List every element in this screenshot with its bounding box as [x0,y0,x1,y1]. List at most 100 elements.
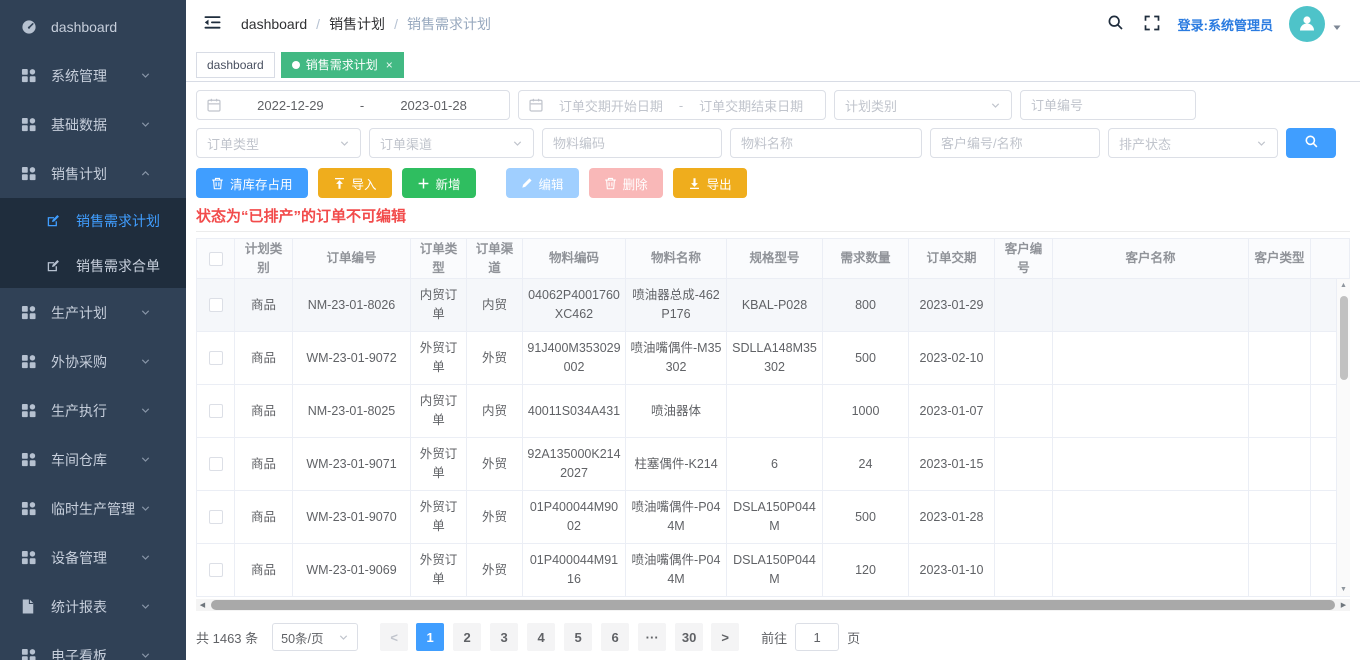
row-checkbox[interactable] [209,510,223,524]
avatar[interactable] [1289,6,1325,42]
grid-icon [21,452,39,467]
button-label: 编辑 [539,174,564,193]
row-checkbox[interactable] [209,563,223,577]
plus-icon [417,177,430,190]
breadcrumb-item[interactable]: dashboard [241,16,307,32]
chevron-down-icon [140,356,158,367]
table-cell: 2023-01-29 [909,279,995,332]
edit-button[interactable]: 编辑 [506,168,579,198]
table-cell: NM-23-01-8026 [293,279,411,332]
table-cell: 喷油器总成-462P176 [626,279,727,332]
filter-material-code-input[interactable] [542,128,722,158]
sidebar-item-temporary-production[interactable]: 临时生产管理 [0,484,186,533]
orders-table: 计划类别订单编号订单类型订单渠道物料编码物料名称规格型号需求数量订单交期客户编号… [196,238,1350,597]
table-cell: 外贸订单 [411,438,467,491]
filter-order-channel-select[interactable]: 订单渠道 [369,128,534,158]
page-button-···[interactable]: ··· [638,623,666,651]
table-cell [995,491,1053,544]
app-root: dashboard系统管理基础数据销售计划销售需求计划销售需求合单生产计划外协采… [0,0,1360,660]
vertical-scrollbar[interactable]: ▲ ▼ [1336,279,1350,596]
sidebar-item-label: 设备管理 [51,548,140,568]
sidebar-item-outsourcing-purchase[interactable]: 外协采购 [0,337,186,386]
dashboard-icon [21,19,39,35]
filter-order-type-select[interactable]: 订单类型 [196,128,361,158]
sidebar-item-label: 基础数据 [51,115,140,135]
filter-schedule-status-select[interactable]: 排产状态 [1108,128,1278,158]
tab-dashboard[interactable]: dashboard [196,52,275,78]
sidebar-item-statistics-report[interactable]: 统计报表 [0,582,186,631]
row-checkbox[interactable] [209,351,223,365]
column-header: 客户名称 [1053,239,1249,279]
table-cell: 喷油器体 [626,385,727,438]
add-button[interactable]: 新增 [402,168,476,198]
scroll-right-arrow-icon[interactable]: ▶ [1337,602,1350,609]
page-size-select[interactable]: 50条/页 [272,623,358,651]
sidebar-item-label: 统计报表 [51,597,140,617]
page-button-3[interactable]: 3 [490,623,518,651]
import-button[interactable]: 导入 [318,168,392,198]
export-button[interactable]: 导出 [673,168,747,198]
breadcrumb-item[interactable]: 销售计划 [329,14,385,34]
sidebar-item-system-management[interactable]: 系统管理 [0,51,186,100]
sidebar-item-workshop-warehouse[interactable]: 车间仓库 [0,435,186,484]
filter-plan-category-select[interactable]: 计划类别 [834,90,1012,120]
horizontal-scrollbar-thumb[interactable] [211,600,1335,610]
sidebar-item-sales-demand-merge[interactable]: 销售需求合单 [0,243,186,288]
filter-customer-input[interactable] [930,128,1100,158]
filter-search-button[interactable] [1286,128,1336,158]
fullscreen-button[interactable] [1142,13,1162,36]
goto-page-input[interactable] [795,623,839,651]
sidebar-item-label: 临时生产管理 [51,499,140,519]
next-page-button[interactable]: > [711,623,739,651]
sidebar-item-e-board[interactable]: 电子看板 [0,631,186,660]
scroll-down-arrow-icon[interactable]: ▼ [1340,586,1347,593]
table-cell: 内贸订单 [411,279,467,332]
scroll-up-arrow-icon[interactable]: ▲ [1340,282,1347,289]
login-user-label[interactable]: 登录:系统管理员 [1178,15,1273,34]
delete-button[interactable]: 删除 [589,168,663,198]
sidebar-item-production-execution[interactable]: 生产执行 [0,386,186,435]
select-all-checkbox[interactable] [209,252,223,266]
prev-page-button[interactable]: < [380,623,408,651]
grid-icon [21,648,39,660]
sidebar-item-sales-plan[interactable]: 销售计划 [0,149,186,198]
page-button-6[interactable]: 6 [601,623,629,651]
tab-sales-demand-plan[interactable]: 销售需求计划× [281,52,404,78]
column-header: 需求数量 [823,239,909,279]
search-button-header[interactable] [1105,12,1126,36]
page-button-30[interactable]: 30 [675,623,703,651]
row-checkbox[interactable] [209,404,223,418]
sidebar-item-equipment-management[interactable]: 设备管理 [0,533,186,582]
page-button-2[interactable]: 2 [453,623,481,651]
button-label: 导入 [352,174,377,193]
page-button-1[interactable]: 1 [416,623,444,651]
row-checkbox[interactable] [209,457,223,471]
row-select-cell [197,438,235,491]
clear-stock-button[interactable]: 清库存占用 [196,168,308,198]
sidebar-collapse-button[interactable] [200,11,225,37]
sidebar-item-label: 系统管理 [51,66,140,86]
chevron-down-icon [140,650,158,660]
horizontal-scrollbar[interactable]: ◀ ▶ [196,599,1350,611]
scroll-left-arrow-icon[interactable]: ◀ [196,602,209,609]
tab-close-icon[interactable]: × [386,59,393,71]
user-menu[interactable] [1289,6,1342,42]
page-button-5[interactable]: 5 [564,623,592,651]
vertical-scrollbar-thumb[interactable] [1340,296,1348,380]
sidebar-item-dashboard[interactable]: dashboard [0,2,186,51]
row-checkbox[interactable] [209,298,223,312]
table-cell: 商品 [235,279,293,332]
button-label: 新增 [436,174,461,193]
sidebar-item-sales-demand-plan[interactable]: 销售需求计划 [0,198,186,243]
filter-order-no-input[interactable] [1020,90,1196,120]
page-button-4[interactable]: 4 [527,623,555,651]
sidebar-item-basic-data[interactable]: 基础数据 [0,100,186,149]
filter-material-name-input[interactable] [730,128,922,158]
select-placeholder: 排产状态 [1119,134,1171,153]
sidebar-item-label: 电子看板 [51,646,140,660]
filter-create-date-range[interactable]: 2022-12-29-2023-01-28 [196,90,510,120]
sidebar-item-production-plan[interactable]: 生产计划 [0,288,186,337]
table-cell [995,332,1053,385]
filter-delivery-date-range[interactable]: 订单交期开始日期-订单交期结束日期 [518,90,826,120]
table-cell: 外贸 [467,544,523,597]
